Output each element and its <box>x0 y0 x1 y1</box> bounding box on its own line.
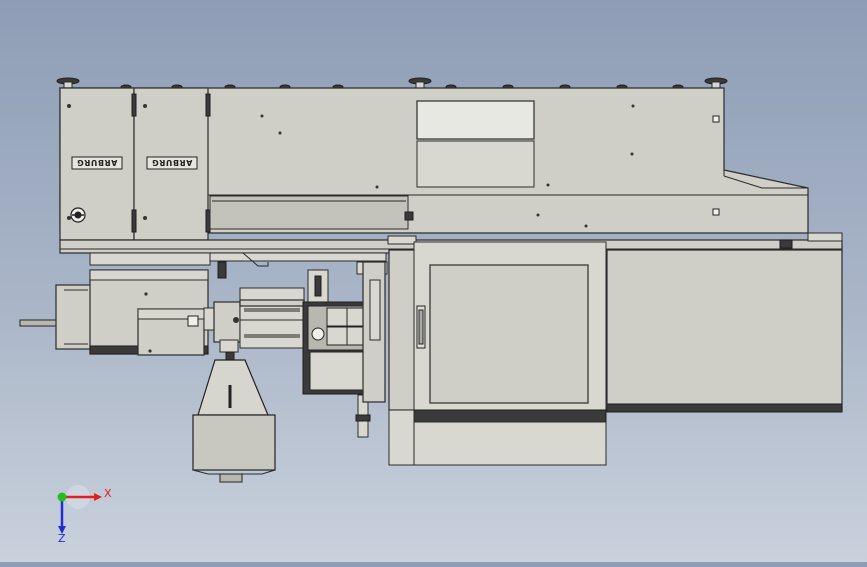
safety-gate <box>388 241 608 466</box>
lower-window <box>416 140 535 188</box>
main-switch[interactable] <box>70 207 86 223</box>
z-axis-label: Z <box>58 532 66 545</box>
clamp-frame <box>605 249 843 411</box>
gate-handle[interactable] <box>416 305 426 349</box>
axis-triad: X Z <box>57 485 112 545</box>
barrel-section <box>213 287 305 349</box>
material-hopper <box>192 339 276 483</box>
injection-motor <box>19 269 215 356</box>
logo-left: ARBURG <box>77 158 118 167</box>
x-axis-label: X <box>104 487 112 500</box>
upper-window <box>416 100 535 140</box>
logo-right: ARBURG <box>152 158 193 167</box>
machine-model[interactable]: ARBURG ARBURG X Z <box>0 0 867 562</box>
cabinet-doors: ARBURG ARBURG <box>59 87 211 241</box>
cad-viewport[interactable]: ARBURG ARBURG X Z <box>0 0 867 562</box>
